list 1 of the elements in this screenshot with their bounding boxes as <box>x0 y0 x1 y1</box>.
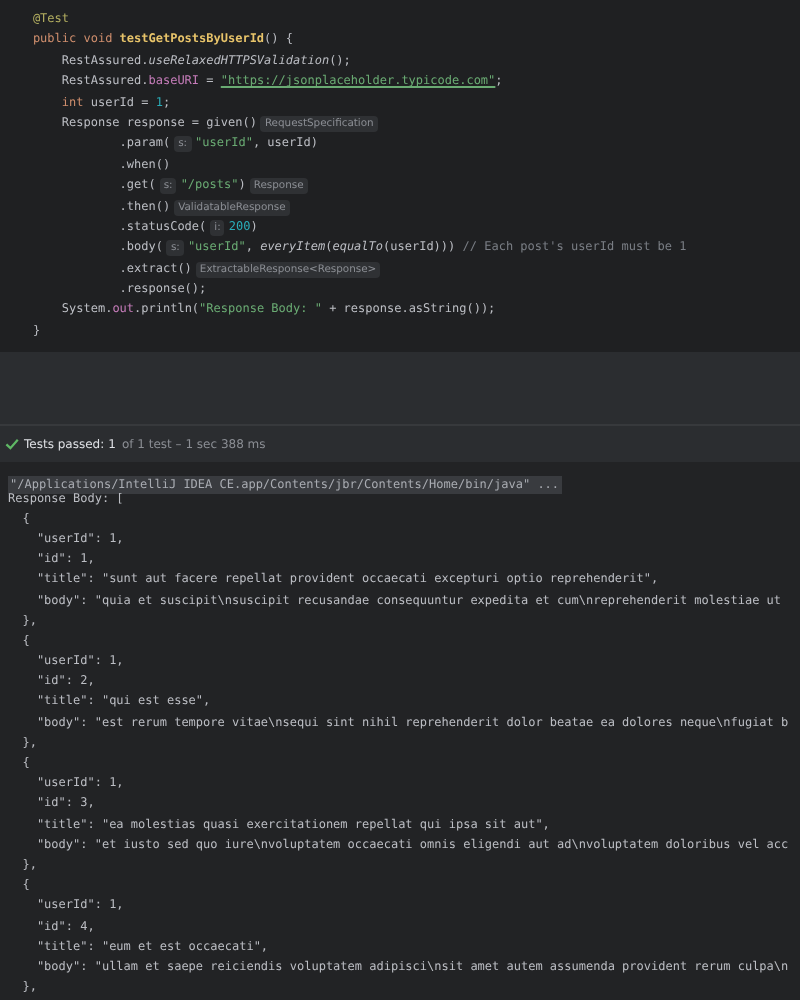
check-icon <box>4 436 20 452</box>
